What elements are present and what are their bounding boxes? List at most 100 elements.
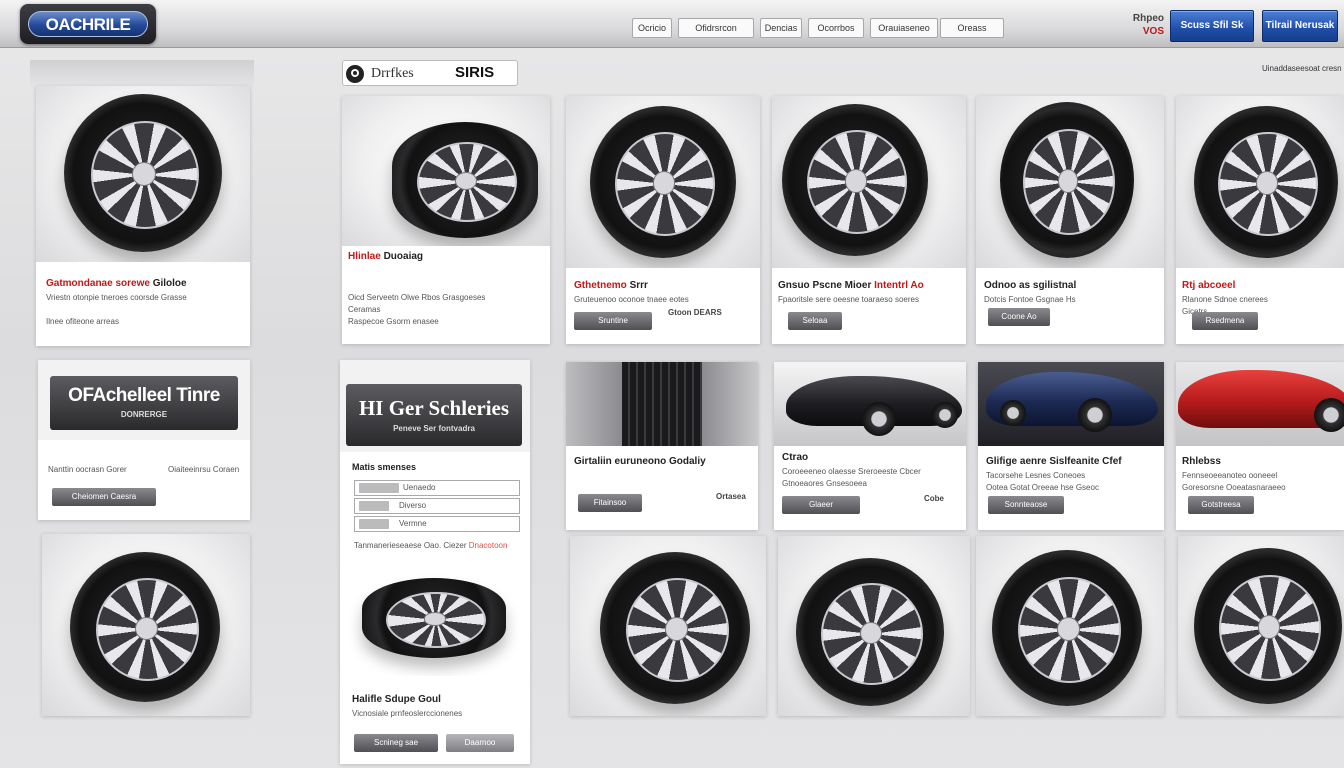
- filter-note-accent: Dnacotoon: [468, 541, 508, 550]
- brand-banner-sub: DONRERGE: [120, 410, 168, 419]
- product-tile-image: [570, 536, 766, 716]
- product-desc: Rlanone Sdnoe cnerees: [1182, 295, 1268, 304]
- product-tile[interactable]: [570, 536, 766, 716]
- product-image: [976, 96, 1164, 268]
- product-title: Gnsuo Pscne Mioer Intentrl Ao: [778, 280, 962, 291]
- product-title-accent: Srrr: [629, 280, 648, 291]
- nav-item[interactable]: Dencias: [760, 18, 802, 38]
- product-button[interactable]: Seloaa: [788, 312, 842, 330]
- filter-field-1[interactable]: Uenaedo: [354, 480, 520, 496]
- promo-tile[interactable]: Rhlebss Fennseoeeanoteo ooneeel Goresors…: [1176, 362, 1344, 530]
- site-logo[interactable]: OACHRILE: [20, 4, 156, 44]
- tire-icon: [992, 550, 1142, 706]
- promo-tile-button[interactable]: Sonnteaose: [988, 496, 1064, 514]
- promo-tile-title: Glifige aenre Sislfeanite Cfef: [986, 456, 1122, 467]
- series-button-2[interactable]: Daarnoo: [446, 734, 514, 752]
- product-title: Rtj abcoeel: [1182, 280, 1342, 291]
- brand-card[interactable]: OFAchelleel Tinre DONRERGE Nanttin oocra…: [38, 360, 250, 520]
- tire-icon: [782, 104, 928, 256]
- featured-product-desc: Vriestn otonpie tneroes coorsde Grasse: [46, 293, 187, 302]
- logo-text: OACHRILE: [28, 11, 148, 37]
- featured-product-desc2: Ilnee ofiteone arreas: [46, 317, 119, 326]
- search-bar[interactable]: Drrfkes SIRIS: [342, 60, 518, 86]
- product-tile-image: [976, 536, 1164, 716]
- search-brand: SIRIS: [455, 64, 495, 81]
- product-tile[interactable]: [976, 536, 1164, 716]
- filter-field-1-value: Uenaedo: [403, 483, 436, 492]
- product-title-text: Gthetnemo: [574, 280, 627, 291]
- promo-tile-title: Rhlebss: [1182, 456, 1221, 467]
- tire-icon: [64, 94, 222, 252]
- filter-field-2-value: Diverso: [399, 501, 427, 510]
- nav-item[interactable]: Oreass: [940, 18, 1004, 38]
- series-button-1[interactable]: Scnineg sae: [354, 734, 438, 752]
- promo-tile-button[interactable]: Glaeer: [782, 496, 860, 514]
- promo-tile-desc: Tacorsehe Lesnes Coneoes: [986, 471, 1086, 480]
- series-filter-panel: HI Ger Schleries Peneve Ser fontvadra Ma…: [340, 360, 530, 764]
- product-title-text: Rtj abcoeel: [1182, 280, 1236, 291]
- promo-title-text2: Duoaiag: [383, 251, 424, 262]
- product-card[interactable]: Rtj abcoeel Rlanone Sdnoe cnerees Gicetr…: [1176, 96, 1344, 344]
- product-desc: Gruteuenoo oconoe tnaee eotes: [574, 295, 689, 304]
- product-desc: Fpaoritsle sere oeesne toaraeso soeres: [778, 295, 919, 304]
- product-image: [772, 96, 966, 268]
- left-bottom-product-image: [42, 534, 250, 716]
- promo-tile-desc: Fennseoeeanoteo ooneeel: [1182, 471, 1278, 480]
- cart-info[interactable]: Rhpeo VOS: [1104, 12, 1164, 42]
- promo-tile-title: Ctrao: [782, 452, 809, 463]
- featured-product-image: [36, 86, 250, 262]
- secondary-header-button[interactable]: Tilrail Nerusak: [1262, 10, 1338, 42]
- nav-item[interactable]: Orauiaseneo: [870, 18, 938, 38]
- product-image: [566, 96, 760, 268]
- tire-tread-icon: [622, 362, 702, 446]
- filter-field-2[interactable]: Diverso: [354, 498, 520, 514]
- product-title: Gthetnemo Srrr: [574, 280, 754, 291]
- product-card[interactable]: Gnsuo Pscne Mioer Intentrl Ao Fpaoritsle…: [772, 96, 966, 344]
- promo-tile-desc2: Goresorsne Ooeatasnaraeeo: [1182, 483, 1286, 492]
- promo-desc3: Raspecoe Gsorm enasee: [348, 317, 439, 326]
- brand-desc: Nanttin oocrasn Gorer: [48, 465, 127, 474]
- primary-header-button[interactable]: Scuss Sfil Sk: [1170, 10, 1254, 42]
- brand-button[interactable]: Cheiomen Caesra: [52, 488, 156, 506]
- product-button[interactable]: Rsedmena: [1192, 312, 1258, 330]
- product-card[interactable]: Gthetnemo Srrr Gruteuenoo oconoe tnaee e…: [566, 96, 760, 344]
- nav-item[interactable]: Ocricio: [632, 18, 672, 38]
- promo-card[interactable]: Hlinlae Duoaiag Oicd Serveetn Olwe Rbos …: [342, 96, 550, 344]
- filter-select-chip: [359, 483, 399, 493]
- featured-product-card[interactable]: Gatmondanae sorewe Giloloe Vriestn otonp…: [36, 86, 250, 346]
- product-card[interactable]: Odnoo as sgilistnal Dotcis Fontoe Gsgnae…: [976, 96, 1164, 344]
- brand-desc2: Oiaiteeinrsu Coraen: [168, 465, 240, 474]
- series-tire-image: [340, 560, 530, 676]
- car-icon: [986, 372, 1158, 432]
- left-bottom-product-card[interactable]: [42, 534, 250, 716]
- promo-desc2: Ceramas: [348, 305, 381, 314]
- product-button[interactable]: Coone Ao: [988, 308, 1050, 326]
- promo-title: Hlinlae Duoaiag: [348, 251, 544, 262]
- product-tile[interactable]: [778, 536, 970, 716]
- tire-icon: [1000, 102, 1134, 258]
- featured-product-title: Gatmondanae sorewe Giloloe: [46, 278, 242, 289]
- promo-tile-button[interactable]: Fitainsoo: [578, 494, 642, 512]
- product-price: Gtoon DEARS: [668, 308, 722, 317]
- series-bottom-title: Halifle Sdupe Goul: [352, 694, 441, 705]
- nav-item[interactable]: Ocorrbos: [808, 18, 864, 38]
- product-tile[interactable]: [1178, 536, 1344, 716]
- nav-item[interactable]: Ofidrsrcon: [678, 18, 754, 38]
- cart-count: VOS: [1142, 26, 1164, 37]
- search-icon: [346, 65, 364, 83]
- product-tile-image: [778, 536, 970, 716]
- filter-select-chip: [359, 519, 389, 529]
- promo-title-text: Hlinlae: [348, 251, 381, 262]
- cart-label: Rhpeo: [1132, 13, 1164, 24]
- left-column-header: [30, 60, 254, 88]
- promo-tile[interactable]: Glifige aenre Sislfeanite Cfef Tacorsehe…: [978, 362, 1164, 530]
- tire-icon: [70, 552, 220, 702]
- filter-field-3[interactable]: Vermne: [354, 516, 520, 532]
- promo-desc: Oicd Serveetn Olwe Rbos Grasgoeses: [348, 293, 486, 302]
- promo-tile-button[interactable]: Gotstreesa: [1188, 496, 1254, 514]
- promo-tile[interactable]: Girtaliin euruneono Godaliy Fitainsoo Or…: [566, 362, 758, 530]
- promo-tile[interactable]: Ctrao Coroeeeneo olaesse Sreroeeste Cbce…: [774, 362, 966, 530]
- car-icon: [1178, 370, 1344, 432]
- car-icon: [786, 376, 962, 436]
- product-button[interactable]: Sruntine: [574, 312, 652, 330]
